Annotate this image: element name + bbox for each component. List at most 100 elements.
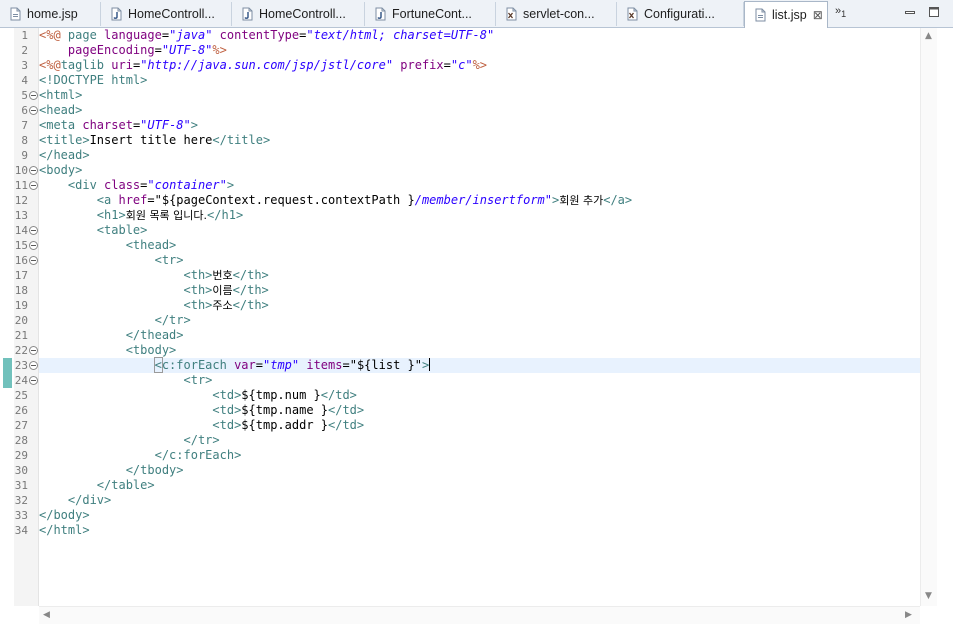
code-text-area[interactable]: <%@ page language="java" contentType="te… [39,28,920,606]
attr-name: class [104,178,141,192]
tab-label: HomeControll... [128,7,215,21]
code-line-10: <body> [39,163,83,177]
directive-name: page [60,28,105,42]
scroll-up-icon[interactable]: ▲ [925,31,932,41]
code-line-23: <c:forEach var="tmp" items="${list }"> [39,357,431,373]
line-number: 17 [14,269,28,282]
el-expression: "${pageContext.request.contextPath } [154,193,415,207]
java-file-icon [375,7,386,21]
code-line-18: <th>이름</th> [39,283,269,298]
code-line-34: </html> [39,523,90,537]
code-line-27: <td>${tmp.addr }</td> [39,418,364,433]
attr-value: "UTF-8" [140,118,191,132]
code-line-5: <html> [39,88,83,102]
equals: = [443,58,451,72]
fold-toggle-icon[interactable] [29,241,38,250]
line-number: 19 [14,299,28,312]
line-number: 31 [14,479,28,492]
line-number: 32 [14,494,28,507]
tab-homecontroller-1[interactable]: HomeControll... [101,2,232,26]
attr-value: "java" [169,28,213,42]
attr-name: uri [111,58,133,72]
code-line-4: <!DOCTYPE html> [39,73,148,87]
line-number: 30 [14,464,28,477]
attr-name: items [299,358,343,372]
code-line-9: </head> [39,148,90,162]
fold-toggle-icon[interactable] [29,106,38,115]
text-content: 주소 [212,299,233,312]
occurrence-marker [3,358,12,373]
tag: <th> [39,298,213,312]
code-line-30: </tbody> [39,463,184,477]
tab-overflow-button[interactable]: »1 [835,5,846,19]
fold-toggle-icon[interactable] [29,346,38,355]
annotation-ruler [0,28,14,606]
text-content: 이름 [212,284,233,297]
line-number: 34 [14,524,28,537]
attr-value: "c" [450,58,473,72]
tag: <td> [39,403,242,417]
line-number: 8 [21,134,28,147]
fold-toggle-icon[interactable] [29,376,38,385]
equals: = [147,193,155,207]
line-number: 20 [14,314,28,327]
fold-toggle-icon[interactable] [29,166,38,175]
tag: <th> [39,268,213,282]
tab-homecontroller-2[interactable]: HomeControll... [232,2,365,26]
tab-list-jsp[interactable]: list.jsp ⊠ [744,1,828,28]
code-line-8: <title>Insert title here</title> [39,133,270,148]
code-line-17: <th>번호</th> [39,268,268,283]
tab-servlet-context[interactable]: servlet-con... [496,2,617,26]
el-expression: ${tmp.addr } [241,418,328,432]
tab-home-jsp[interactable]: home.jsp [0,2,101,26]
scroll-left-icon[interactable]: ◀ [43,610,50,620]
fold-toggle-icon[interactable] [29,181,38,190]
attr-name: pageEncoding [39,43,155,57]
java-file-icon [111,7,122,21]
tag: </th> [232,298,269,312]
code-editor[interactable]: 1 2 3 4 5 6 7 8 9 10 11 12 13 14 15 16 17 18 19 20 21 22 23 24 2… [0,28,953,624]
attr-name: href [118,193,148,207]
line-number: 26 [14,404,28,417]
code-line-22: <tbody> [39,343,177,357]
tag: > [226,178,235,192]
tab-label: home.jsp [27,7,78,21]
line-number: 13 [14,209,28,222]
text-content: Insert title here [89,133,213,147]
code-line-33: </body> [39,508,90,522]
line-number: 6 [21,104,28,117]
attr-name: charset [82,118,133,132]
code-line-20: </tr> [39,313,191,327]
fold-toggle-icon[interactable] [29,226,38,235]
tab-label: list.jsp [772,8,807,22]
tab-label: servlet-con... [523,7,595,21]
text-content: 번호 [212,269,233,282]
el-expression: ${tmp.name } [241,403,328,417]
code-line-15: <thead> [39,238,177,252]
line-number: 7 [21,119,28,132]
tag: </td> [328,403,365,417]
fold-toggle-icon[interactable] [29,91,38,100]
tab-fortunecontroller[interactable]: FortuneCont... [365,2,496,26]
line-number: 1 [21,29,28,42]
code-line-28: </tr> [39,433,220,447]
close-tab-icon[interactable]: ⊠ [813,8,823,22]
editor-tab-bar: home.jsp HomeControll... HomeControll...… [0,0,953,28]
fold-toggle-icon[interactable] [29,361,38,370]
maximize-icon[interactable] [928,6,940,18]
fold-toggle-icon[interactable] [29,256,38,265]
line-number: 15 [14,239,28,252]
line-number: 5 [21,89,28,102]
scroll-right-icon[interactable]: ▶ [905,610,912,620]
vertical-scrollbar[interactable]: ▲ ▼ [920,28,938,606]
tag: </th> [232,283,269,297]
line-number: 14 [14,224,28,237]
horizontal-scrollbar[interactable]: ◀ ▶ [39,606,920,624]
java-file-icon [242,7,253,21]
attr-name: language [104,28,162,42]
tab-configuration[interactable]: Configurati... [617,2,744,26]
minimize-icon[interactable] [904,6,916,18]
attr-value: /member/insertform" [414,193,552,207]
scroll-down-icon[interactable]: ▼ [925,591,932,601]
